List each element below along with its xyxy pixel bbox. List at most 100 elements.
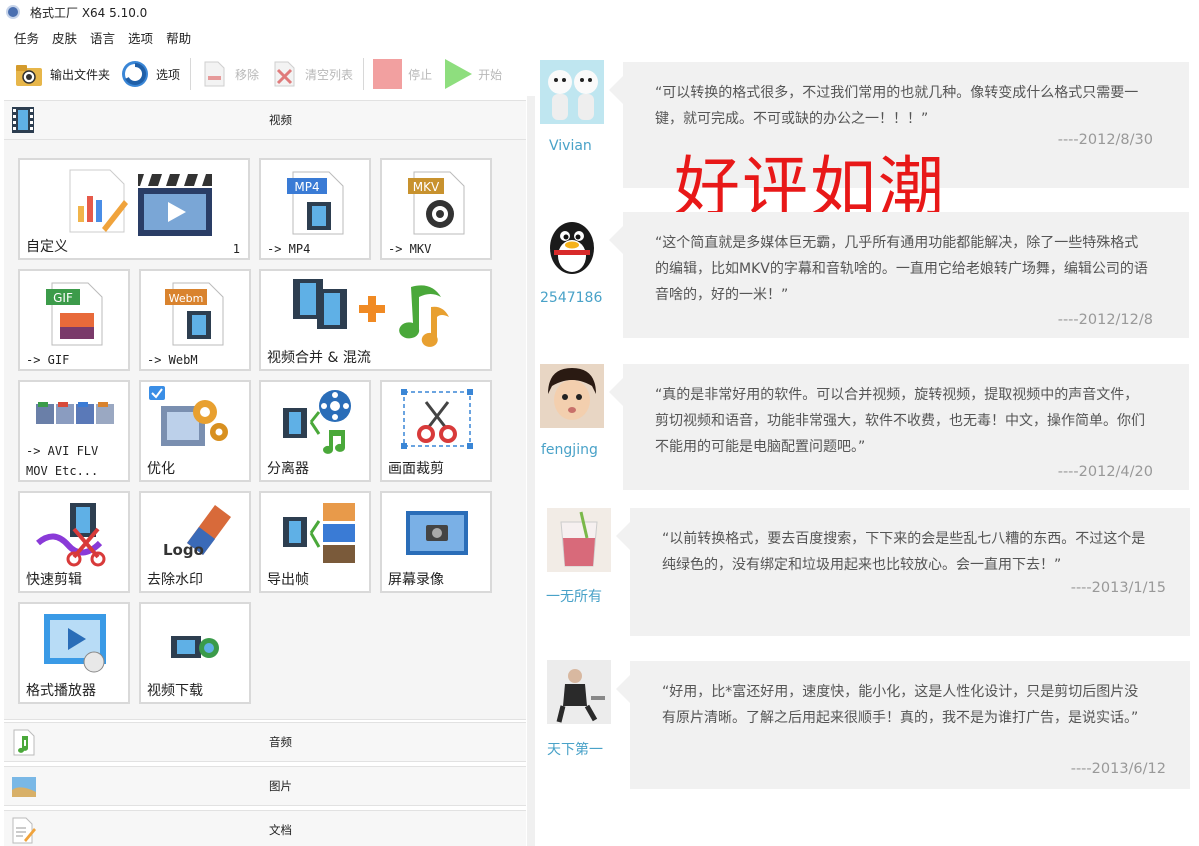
avatar: [547, 660, 611, 724]
review-bubble: “以前转换格式，要去百度搜索，下下来的会是些乱七八糟的东西。不过这个是纯绿色的，…: [616, 508, 1190, 636]
tile-avi-label-line2: MOV Etc...: [26, 464, 99, 478]
avatar-child-photo: [540, 364, 604, 428]
category-video-header[interactable]: 视频: [4, 100, 526, 140]
clear-list-button[interactable]: 清空列表: [269, 56, 353, 92]
start-button[interactable]: 开始: [442, 56, 502, 92]
review-username[interactable]: 一无所有: [546, 586, 602, 606]
tile-crop-label: 画面裁剪: [388, 461, 444, 477]
toolbar-divider: [190, 58, 192, 90]
tile-custom[interactable]: 自定义 1: [18, 158, 250, 260]
review-bubble: “真的是非常好用的软件。可以合并视频，旋转视频，提取视频中的声音文件，剪切视频和…: [609, 364, 1189, 490]
start-label: 开始: [478, 67, 503, 82]
review-username[interactable]: fengjing: [541, 442, 598, 458]
tile-crop[interactable]: 画面裁剪: [380, 380, 492, 482]
tile-quick-cut[interactable]: 快速剪辑: [18, 491, 130, 593]
review-date: ----2013/1/15: [1070, 580, 1166, 596]
mkv-file-icon: MKV: [408, 171, 465, 235]
menu-skin[interactable]: 皮肤: [52, 28, 77, 47]
review-date: ----2012/4/20: [1057, 464, 1153, 480]
menu-language[interactable]: 语言: [90, 28, 115, 47]
review-text: “可以转换的格式很多，不过我们常用的也就几种。像转变成什么格式只需要一键，就可完…: [655, 85, 1139, 127]
tile-gif[interactable]: GIF -> GIF: [18, 269, 130, 371]
menu-options[interactable]: 选项: [128, 28, 153, 47]
tile-screen-record[interactable]: 屏幕录像: [380, 491, 492, 593]
tile-merge-mux-label: 视频合并 & 混流: [267, 350, 371, 366]
folder-icon: [16, 65, 42, 86]
tile-optimize-label: 优化: [147, 461, 175, 477]
options-label: 选项: [156, 67, 181, 82]
review-username[interactable]: 天下第一: [547, 739, 603, 759]
tile-screen-record-label: 屏幕录像: [388, 572, 444, 588]
separator-film-audio-icon: [283, 390, 351, 454]
format-factory-window: 格式工厂 X64 5.10.0 任务 皮肤 语言 选项 帮助 输出文件夹 选项: [0, 0, 530, 846]
avatar-person-sitting: [547, 660, 611, 724]
music-note-icon: [13, 729, 35, 756]
review-username[interactable]: Vivian: [549, 138, 592, 154]
options-button[interactable]: 选项: [120, 56, 180, 92]
video-download-icon: [171, 636, 219, 658]
gif-file-icon: GIF: [46, 282, 103, 346]
tile-avi-flv-mov[interactable]: -> AVI FLV MOV Etc...: [18, 380, 130, 482]
tile-video-download-label: 视频下载: [147, 683, 203, 699]
menu-task[interactable]: 任务: [14, 28, 39, 47]
tile-merge-mux[interactable]: 视频合并 & 混流: [259, 269, 492, 371]
document-pencil-icon: [12, 817, 36, 844]
multi-format-icons: [36, 402, 114, 424]
tile-remove-watermark-label: 去除水印: [147, 572, 203, 588]
tile-webm-label: -> WebM: [147, 353, 198, 367]
tile-mp4-label: -> MP4: [267, 242, 311, 256]
tile-export-frames-label: 导出帧: [267, 572, 309, 588]
tile-custom-count: 1: [232, 242, 240, 256]
review-text: “这个简直就是多媒体巨无霸，几乎所有通用功能都能解决，除了一些特殊格式的编辑，比…: [655, 235, 1148, 303]
tile-remove-watermark[interactable]: Logo 去除水印: [139, 491, 251, 593]
screen-record-icon: [406, 511, 468, 555]
stop-icon: [373, 59, 403, 89]
output-folder-button[interactable]: 输出文件夹: [14, 56, 110, 92]
avatar-qq-penguin: [540, 212, 604, 276]
tile-export-frames[interactable]: 导出帧: [259, 491, 371, 593]
tile-format-player[interactable]: 格式播放器: [18, 602, 130, 704]
clear-list-icon: [274, 61, 295, 87]
avatar-cartoon-figures: [540, 60, 604, 124]
tile-custom-label: 自定义: [26, 239, 68, 255]
webm-badge-text: Webm: [169, 292, 204, 305]
category-audio-label: 音频: [269, 735, 292, 749]
merge-video-audio-icon: [293, 279, 449, 347]
tile-webm[interactable]: Webm -> WebM: [139, 269, 251, 371]
category-document-header[interactable]: 文档: [4, 810, 526, 846]
menu-help[interactable]: 帮助: [166, 28, 191, 47]
review-username[interactable]: 2547186: [540, 290, 602, 306]
film-icon: [12, 107, 34, 133]
tile-optimize[interactable]: 优化: [139, 380, 251, 482]
tile-mp4[interactable]: MP4 -> MP4: [259, 158, 371, 260]
avatar-drink-photo: [547, 508, 611, 572]
remove-document-icon: [204, 61, 225, 87]
toolbar: 输出文件夹 选项 移除 清空列表 停止 开始: [0, 52, 530, 96]
player-icon: [44, 614, 106, 673]
tile-video-download[interactable]: 视频下载: [139, 602, 251, 704]
stop-button[interactable]: 停止: [372, 56, 432, 92]
review-text: “以前转换格式，要去百度搜索，下下来的会是些乱七八糟的东西。不过这个是纯绿色的，…: [662, 531, 1146, 573]
menu-bar: 任务 皮肤 语言 选项 帮助: [0, 26, 204, 48]
category-image-header[interactable]: 图片: [4, 766, 526, 806]
watermark-logo-text: Logo: [163, 541, 204, 559]
category-image-label: 图片: [269, 779, 292, 793]
webm-file-icon: Webm: [165, 282, 224, 346]
tile-avi-label-line1: -> AVI FLV: [26, 444, 99, 458]
tile-gif-label: -> GIF: [26, 353, 70, 367]
review-date: ----2012/12/8: [1057, 312, 1153, 328]
category-audio-header[interactable]: 音频: [4, 722, 526, 762]
mp4-badge-text: MP4: [294, 180, 319, 194]
review-text: “真的是非常好用的软件。可以合并视频，旋转视频，提取视频中的声音文件，剪切视频和…: [655, 387, 1145, 455]
tile-separator[interactable]: 分离器: [259, 380, 371, 482]
category-document-label: 文档: [269, 823, 292, 837]
remove-button[interactable]: 移除: [199, 56, 259, 92]
output-folder-label: 输出文件夹: [50, 67, 111, 82]
picture-icon: [12, 777, 36, 797]
review-date: ----2012/8/30: [1057, 132, 1153, 148]
review-date: ----2013/6/12: [1070, 761, 1166, 777]
vertical-scrollbar[interactable]: [527, 96, 535, 846]
mp4-file-icon: MP4: [287, 171, 344, 235]
clapperboard-icon: [138, 174, 212, 236]
tile-mkv[interactable]: MKV -> MKV: [380, 158, 492, 260]
